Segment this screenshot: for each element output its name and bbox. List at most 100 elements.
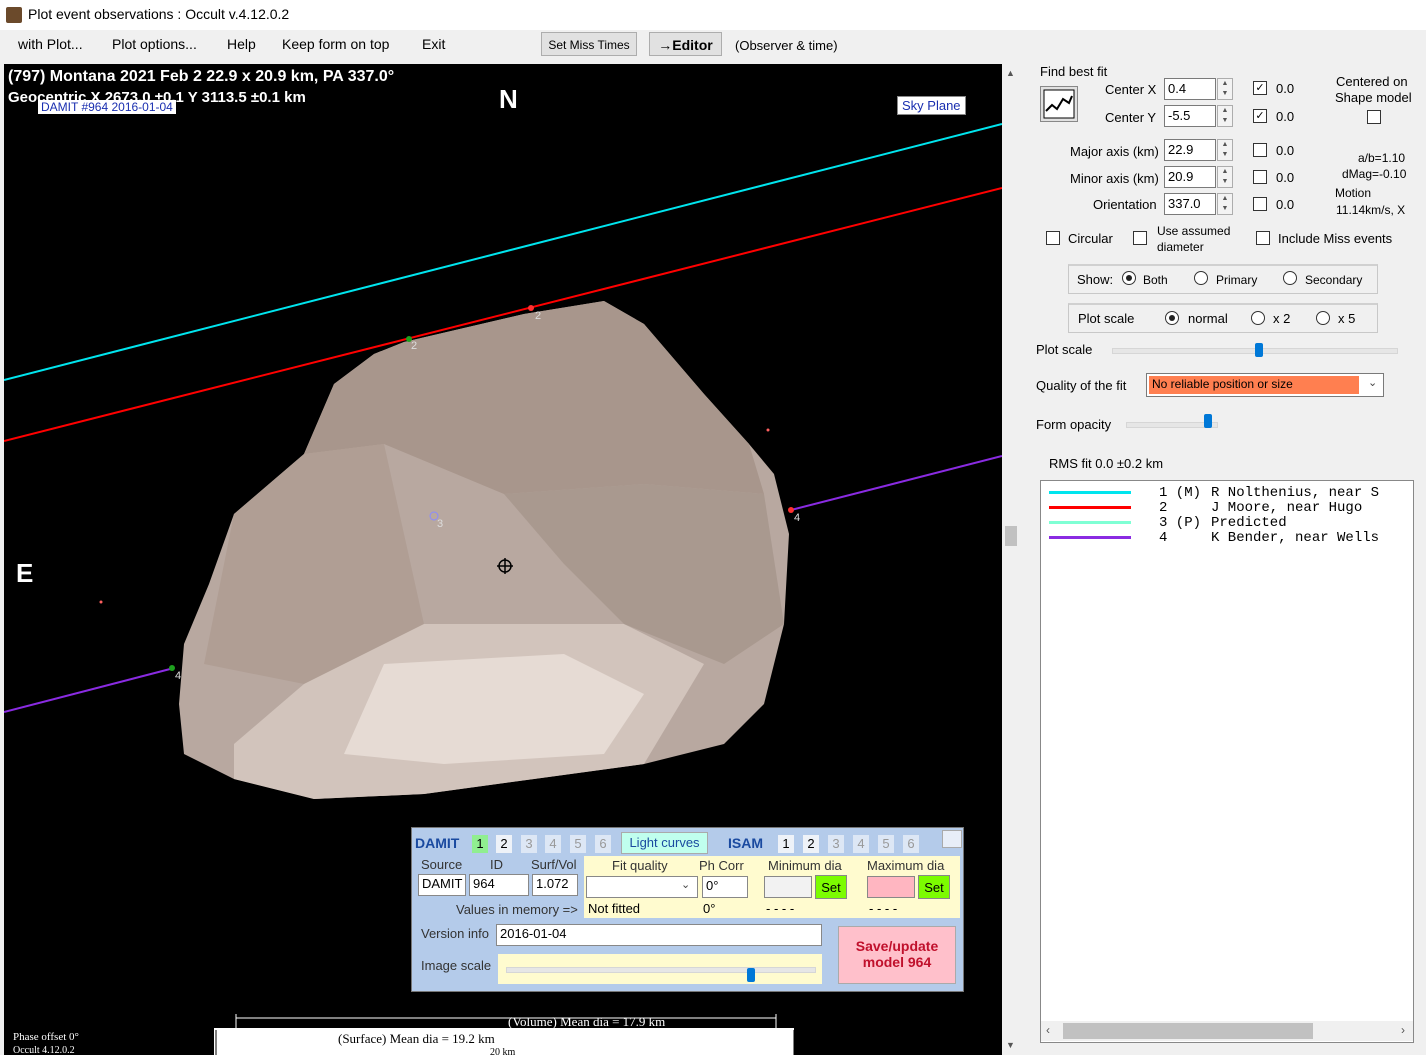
source-field[interactable]: DAMIT xyxy=(418,874,466,896)
north-label: N xyxy=(499,84,518,114)
plot-header-line1: (797) Montana 2021 Feb 2 22.9 x 20.9 km,… xyxy=(8,68,395,85)
quality-dropdown[interactable]: No reliable position or size ⌄ xyxy=(1146,373,1384,397)
use-assumed-diameter-checkbox[interactable] xyxy=(1133,231,1147,245)
set-min-dia-button[interactable]: Set xyxy=(815,875,847,899)
legend-line xyxy=(1049,506,1131,509)
scroll-right-icon[interactable]: › xyxy=(1401,1023,1405,1037)
chord-line-4a xyxy=(4,667,175,713)
scroll-left-icon[interactable]: ‹ xyxy=(1046,1023,1050,1037)
menu-exit[interactable]: Exit xyxy=(422,36,445,52)
damit-tab[interactable]: 2 xyxy=(496,835,512,853)
ph-corr-field[interactable]: 0° xyxy=(702,876,748,898)
isam-tab[interactable]: 1 xyxy=(778,835,794,853)
include-miss-label: Include Miss events xyxy=(1278,231,1393,246)
legend-line xyxy=(1049,521,1131,524)
find-best-fit-button[interactable] xyxy=(1040,86,1078,122)
plot-scale-slider-label: Plot scale xyxy=(1036,342,1093,357)
sky-plane-button[interactable]: Sky Plane xyxy=(897,96,966,115)
legend-row[interactable]: 1 (M) R Nolthenius, near S xyxy=(1041,485,1413,501)
major-axis-field[interactable]: 22.9 xyxy=(1164,139,1216,161)
panel-close-button[interactable] xyxy=(942,830,962,848)
show-secondary-radio[interactable] xyxy=(1283,271,1297,285)
scale-x5-radio[interactable] xyxy=(1316,311,1330,325)
damit-tab[interactable]: 4 xyxy=(545,835,561,853)
include-miss-checkbox[interactable] xyxy=(1256,231,1270,245)
isam-tab[interactable]: 4 xyxy=(853,835,869,853)
fit-center-y-checkbox[interactable]: ✓ xyxy=(1253,109,1267,123)
isam-tab[interactable]: 2 xyxy=(803,835,819,853)
observer-legend-list[interactable]: 1 (M) R Nolthenius, near S 2 J Moore, ne… xyxy=(1040,480,1414,1043)
scale-x2-radio[interactable] xyxy=(1251,311,1265,325)
damit-tab[interactable]: 5 xyxy=(570,835,586,853)
save-update-model-button[interactable]: Save/update model 964 xyxy=(838,926,956,984)
orientation-field[interactable]: 337.0 xyxy=(1164,193,1216,215)
id-field[interactable]: 964 xyxy=(469,874,529,896)
isam-tab[interactable]: 3 xyxy=(828,835,844,853)
isam-tab[interactable]: 6 xyxy=(903,835,919,853)
image-scale-track[interactable] xyxy=(506,967,816,973)
chord-line-4b xyxy=(790,455,1002,511)
major-axis-spinner[interactable]: ▲ ▼ xyxy=(1217,139,1233,161)
vertical-scrollbar[interactable]: ▲ ▼ xyxy=(1002,64,1020,1055)
legend-row[interactable]: 2 J Moore, near Hugo xyxy=(1041,500,1413,516)
scale-normal-radio[interactable] xyxy=(1165,311,1179,325)
set-miss-times-button[interactable]: Set Miss Times xyxy=(541,32,637,56)
menu-help[interactable]: Help xyxy=(227,36,256,52)
damit-tab[interactable]: 6 xyxy=(595,835,611,853)
orientation-label: Orientation xyxy=(1093,197,1157,212)
show-both-radio[interactable] xyxy=(1122,271,1136,285)
centered-on-shape-checkbox[interactable] xyxy=(1367,110,1381,124)
max-dia-field[interactable] xyxy=(867,876,915,898)
app-icon xyxy=(6,7,22,23)
damit-model-label: DAMIT #964 2016-01-04 xyxy=(38,100,176,114)
fit-quality-dropdown[interactable]: ⌄ xyxy=(586,876,698,898)
menu-plot-options[interactable]: Plot options... xyxy=(112,36,197,52)
scroll-down-icon[interactable]: ▼ xyxy=(1006,1040,1015,1050)
center-y-spinner[interactable]: ▲ ▼ xyxy=(1217,105,1233,127)
fit-orientation-checkbox[interactable] xyxy=(1253,197,1267,211)
scroll-up-icon[interactable]: ▲ xyxy=(1006,68,1015,78)
scroll-thumb[interactable] xyxy=(1063,1023,1313,1039)
motion-value: 11.14km/s, X xyxy=(1336,203,1406,217)
orientation-spinner[interactable]: ▲ ▼ xyxy=(1217,193,1233,215)
damit-tab[interactable]: 3 xyxy=(521,835,537,853)
circular-label: Circular xyxy=(1068,231,1113,246)
ab-ratio: a/b=1.10 xyxy=(1358,151,1406,165)
fit-major-checkbox[interactable] xyxy=(1253,143,1267,157)
image-scale-thumb[interactable] xyxy=(747,968,755,982)
show-primary-radio[interactable] xyxy=(1194,271,1208,285)
legend-row[interactable]: 4 K Bender, near Wells xyxy=(1041,530,1413,546)
set-max-dia-button[interactable]: Set xyxy=(918,875,950,899)
legend-horizontal-scrollbar[interactable]: ‹ › xyxy=(1041,1021,1413,1041)
scroll-thumb[interactable] xyxy=(1005,526,1017,546)
minor-axis-spinner[interactable]: ▲ ▼ xyxy=(1217,166,1233,188)
fit-minor-checkbox[interactable] xyxy=(1253,170,1267,184)
chart-icon xyxy=(1043,89,1075,119)
min-dia-field[interactable] xyxy=(764,876,812,898)
form-opacity-thumb[interactable] xyxy=(1204,414,1212,428)
menu-keep-on-top[interactable]: Keep form on top xyxy=(282,36,389,52)
circular-checkbox[interactable] xyxy=(1046,231,1060,245)
menu-with-plot[interactable]: with Plot... xyxy=(18,36,83,52)
form-opacity-label: Form opacity xyxy=(1036,417,1112,432)
shape-model-label: Shape model xyxy=(1335,90,1412,105)
center-y-field[interactable]: -5.5 xyxy=(1164,105,1216,127)
isam-tab[interactable]: 5 xyxy=(878,835,894,853)
legend-row[interactable]: 3 (P) Predicted xyxy=(1041,515,1413,531)
center-x-spinner[interactable]: ▲ ▼ xyxy=(1217,78,1233,100)
damit-tab[interactable]: 1 xyxy=(472,835,488,853)
minor-axis-field[interactable]: 20.9 xyxy=(1164,166,1216,188)
editor-button[interactable]: →Editor xyxy=(649,32,722,56)
scale-x5-label: x 5 xyxy=(1338,311,1356,326)
version-info-field[interactable]: 2016-01-04 xyxy=(496,924,822,946)
light-curves-button[interactable]: Light curves xyxy=(621,832,708,854)
id-label: ID xyxy=(490,857,503,872)
center-x-field[interactable]: 0.4 xyxy=(1164,78,1216,100)
fit-value: 0.0 xyxy=(1276,81,1295,96)
fit-center-x-checkbox[interactable]: ✓ xyxy=(1253,81,1267,95)
scale-bar-label: 20 km xyxy=(490,1047,516,1055)
show-both-label: Both xyxy=(1143,273,1168,287)
legend-name: Predicted xyxy=(1211,515,1287,531)
not-fitted-label: Not fitted xyxy=(588,901,641,916)
plot-scale-slider-thumb[interactable] xyxy=(1255,343,1263,357)
